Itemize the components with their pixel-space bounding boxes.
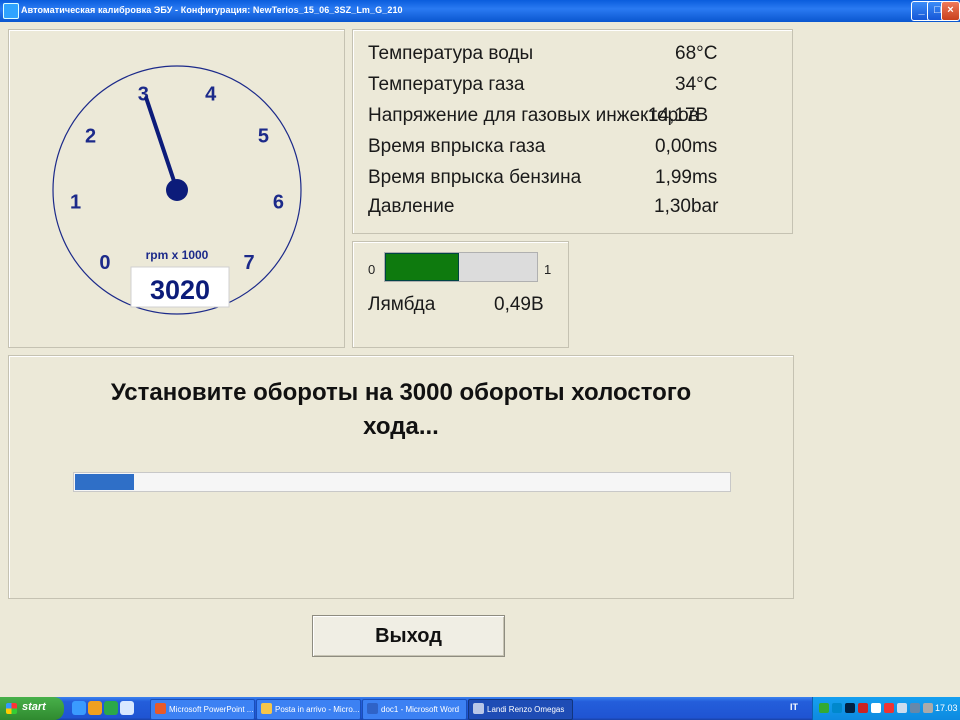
gas-temp-label: Температура газа [368, 74, 525, 95]
taskbar-item-word[interactable]: doc1 - Microsoft Word [362, 699, 467, 720]
exit-button[interactable]: Выход [312, 615, 505, 657]
sensor-info-panel: Температура воды 68°C Температура газа 3… [352, 29, 793, 234]
taskbar-item-landi-renzo[interactable]: Landi Renzo Omegas [468, 699, 573, 720]
gas-temp-value: 34°C [675, 74, 718, 95]
gauge-tick-label: 5 [258, 126, 269, 148]
tray-icon-4[interactable] [858, 703, 868, 713]
ie-quicklaunch-icon[interactable] [104, 701, 118, 715]
tray-icon-5[interactable] [871, 703, 881, 713]
start-label: start [22, 701, 46, 713]
network-icon[interactable] [923, 703, 933, 713]
gauge-tick-label: 4 [205, 84, 217, 106]
taskbar-item-outlook[interactable]: Posta in arrivo - Micro... [256, 699, 361, 720]
calibration-progress-bar [73, 472, 731, 492]
gauge-tick-label: 0 [99, 252, 110, 274]
title-bar: Автоматическая калибровка ЭБУ - Конфигур… [0, 0, 960, 22]
window-title: Автоматическая калибровка ЭБУ - Конфигур… [21, 5, 403, 15]
water-temp-value: 68°C [675, 43, 718, 64]
lambda-value: 0,49В [494, 294, 544, 315]
tray-icon-1[interactable] [819, 703, 829, 713]
wireless-icon[interactable] [897, 703, 907, 713]
show-desktop-icon[interactable] [120, 701, 134, 715]
language-indicator[interactable]: IT [790, 702, 798, 712]
gauge-hub [166, 179, 188, 201]
windows-logo-icon [6, 703, 17, 714]
gas-injection-time-value: 0,00ms [655, 136, 718, 157]
rpm-gauge-panel: 01234567 rpm x 1000 3020 [8, 29, 345, 348]
water-temp-label: Температура воды [368, 43, 534, 64]
tray-icon-6[interactable] [884, 703, 894, 713]
taskbar-item-powerpoint[interactable]: Microsoft PowerPoint ... [150, 699, 255, 720]
clock: 17.03 [935, 703, 958, 713]
taskbar-item-label: Landi Renzo Omegas [487, 705, 565, 714]
taskbar-item-label: doc1 - Microsoft Word [381, 705, 460, 714]
pressure-label: Давление [368, 196, 455, 217]
outlook-icon[interactable] [88, 701, 102, 715]
lambda-max-label: 1 [544, 262, 552, 277]
rpm-readout-value: 3020 [150, 275, 210, 305]
gas-injection-time-label: Время впрыска газа [368, 136, 546, 157]
lambda-min-label: 0 [368, 262, 376, 277]
close-button[interactable]: × [941, 1, 960, 21]
lambda-label: Лямбда [368, 294, 436, 315]
powerpoint-icon [155, 703, 166, 714]
tray-icon-3[interactable] [845, 703, 855, 713]
instruction-panel: Установите обороты на 3000 обороты холос… [8, 355, 794, 599]
app-task-icon [473, 703, 484, 714]
lambda-bar-fill [385, 253, 460, 281]
instruction-message: Установите обороты на 3000 обороты холос… [9, 376, 793, 444]
outlook-task-icon [261, 703, 272, 714]
pressure-value: 1,30bar [654, 196, 719, 217]
injector-voltage-value: 14,17В [648, 105, 709, 126]
app-icon [3, 3, 19, 19]
internet-explorer-icon[interactable] [72, 701, 86, 715]
lambda-bar [384, 252, 538, 282]
gauge-needle [144, 96, 179, 192]
tray-icon-2[interactable] [832, 703, 842, 713]
lambda-panel: 0 1 Лямбда 0,49В [352, 241, 569, 348]
calibration-progress-fill [75, 474, 134, 490]
petrol-injection-time-value: 1,99ms [655, 167, 718, 188]
start-button[interactable]: start [0, 697, 64, 720]
volume-icon[interactable] [910, 703, 920, 713]
gauge-tick-label: 7 [244, 252, 255, 274]
taskbar: start Microsoft PowerPoint ... Posta in … [0, 697, 960, 720]
taskbar-item-label: Posta in arrivo - Micro... [275, 705, 360, 714]
taskbar-item-label: Microsoft PowerPoint ... [169, 705, 254, 714]
gauge-tick-label: 1 [70, 191, 81, 213]
gauge-tick-label: 2 [85, 126, 96, 148]
instruction-line-1: Установите обороты на 3000 обороты холос… [110, 379, 692, 406]
instruction-line-2: хода... [363, 413, 439, 440]
petrol-injection-time-label: Время впрыска бензина [368, 167, 582, 188]
rpm-gauge: 0123 4567 rpm x 1000 3020 [52, 65, 302, 315]
word-icon [367, 703, 378, 714]
system-tray: 17.03 [812, 697, 960, 720]
gauge-tick-label: 6 [273, 191, 284, 213]
gauge-unit-label: rpm x 1000 [146, 248, 209, 262]
